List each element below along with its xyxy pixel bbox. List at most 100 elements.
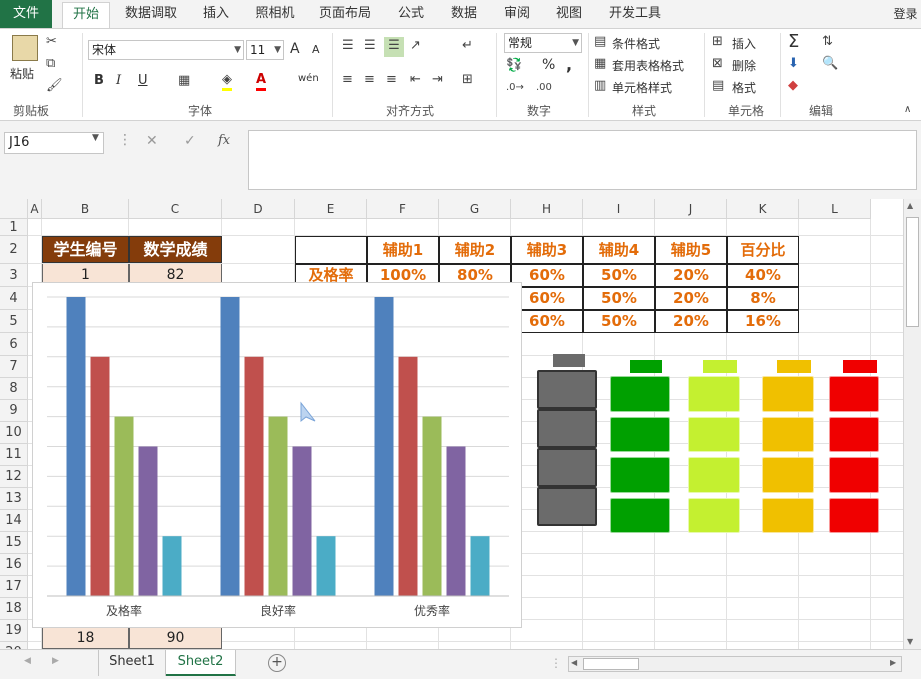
row-header-13[interactable]: 13 bbox=[0, 488, 28, 510]
cell-i4[interactable]: 50% bbox=[583, 287, 655, 310]
decrease-indent-icon[interactable]: ⇤ bbox=[410, 71, 421, 89]
chart-bar[interactable] bbox=[268, 416, 288, 596]
fill-color-icon[interactable]: ◈ bbox=[222, 71, 232, 91]
bar-chart[interactable]: 及格率 良好率 优秀率 bbox=[32, 282, 522, 628]
column-header-k[interactable]: K bbox=[727, 199, 799, 219]
scroll-down-icon[interactable]: ▼ bbox=[907, 637, 913, 646]
header-math-score[interactable]: 数学成绩 bbox=[129, 236, 222, 263]
header-aux-3[interactable]: 辅助3 bbox=[511, 236, 583, 264]
bold-button[interactable]: B bbox=[94, 73, 104, 88]
paste-icon[interactable] bbox=[12, 35, 38, 61]
cell-b20[interactable]: 18 bbox=[42, 628, 129, 649]
tab-page-layout[interactable]: 页面布局 bbox=[312, 0, 378, 28]
cancel-icon[interactable]: ✕ bbox=[146, 133, 158, 149]
tab-camera[interactable]: 照相机 bbox=[248, 0, 302, 28]
column-header-e[interactable]: E bbox=[295, 199, 367, 219]
row-header-19[interactable]: 19 bbox=[0, 620, 28, 642]
row-header-20[interactable]: 20 bbox=[0, 642, 28, 649]
phonetic-button[interactable]: wén bbox=[298, 73, 319, 84]
orientation-icon[interactable]: ↗ bbox=[410, 37, 421, 55]
cell-e2[interactable] bbox=[295, 236, 367, 264]
header-student-id[interactable]: 学生编号 bbox=[42, 236, 129, 263]
column-header-h[interactable]: H bbox=[511, 199, 583, 219]
scroll-up-icon[interactable]: ▲ bbox=[907, 201, 913, 210]
chart-bar[interactable] bbox=[66, 297, 86, 596]
column-header-l[interactable]: L bbox=[799, 199, 871, 219]
grow-font-button[interactable]: A bbox=[290, 41, 300, 57]
shrink-font-button[interactable]: A bbox=[312, 43, 320, 56]
row-header-12[interactable]: 12 bbox=[0, 466, 28, 488]
row-header-10[interactable]: 10 bbox=[0, 422, 28, 444]
scroll-right-icon[interactable]: ▶ bbox=[890, 658, 896, 667]
chart-bar[interactable] bbox=[220, 297, 240, 596]
hscroll-thumb[interactable] bbox=[583, 658, 639, 670]
font-name-select[interactable]: 宋体 ▼ bbox=[88, 40, 244, 60]
row-header-6[interactable]: 6 bbox=[0, 333, 28, 356]
chart-bar[interactable] bbox=[470, 536, 490, 596]
tab-insert[interactable]: 插入 bbox=[194, 0, 238, 28]
cut-icon[interactable]: ✂ bbox=[46, 33, 57, 51]
currency-icon[interactable]: 💱 bbox=[506, 57, 522, 75]
format-cells-icon[interactable]: ▤ bbox=[712, 77, 724, 95]
italic-button[interactable]: I bbox=[116, 73, 121, 88]
chart-bar[interactable] bbox=[446, 446, 466, 597]
paste-button[interactable]: 粘贴 bbox=[10, 65, 34, 82]
header-aux-5[interactable]: 辅助5 bbox=[655, 236, 727, 264]
cell-k3[interactable]: 40% bbox=[727, 264, 799, 287]
row-header-18[interactable]: 18 bbox=[0, 598, 28, 620]
tab-view[interactable]: 视图 bbox=[548, 0, 590, 28]
worksheet-grid[interactable]: ABCDEFGHIJKL 1 2 3 4 5 6 7 8 9 10 11 12 13 14 15 16 17 18… bbox=[0, 199, 903, 649]
cell-styles-icon[interactable]: ▥ bbox=[594, 77, 606, 95]
cell-i3[interactable]: 50% bbox=[583, 264, 655, 287]
header-aux-2[interactable]: 辅助2 bbox=[439, 236, 511, 264]
header-aux-1[interactable]: 辅助1 bbox=[367, 236, 439, 264]
column-header-c[interactable]: C bbox=[129, 199, 222, 219]
row-header-14[interactable]: 14 bbox=[0, 510, 28, 532]
row-header-15[interactable]: 15 bbox=[0, 532, 28, 554]
row-header-4[interactable]: 4 bbox=[0, 287, 28, 310]
column-header-i[interactable]: I bbox=[583, 199, 655, 219]
row-header-17[interactable]: 17 bbox=[0, 576, 28, 598]
name-box[interactable]: J16 bbox=[4, 132, 104, 154]
add-sheet-button[interactable]: + bbox=[268, 654, 286, 672]
chart-bar[interactable] bbox=[138, 446, 158, 597]
tab-data-fetch[interactable]: 数据调取 bbox=[120, 0, 182, 28]
clear-icon[interactable]: ◆ bbox=[788, 77, 798, 95]
header-percent[interactable]: 百分比 bbox=[727, 236, 799, 264]
sort-filter-icon[interactable]: ⇅ bbox=[822, 33, 833, 51]
enter-icon[interactable]: ✓ bbox=[184, 133, 196, 149]
scroll-left-icon[interactable]: ◀ bbox=[571, 658, 577, 667]
row-header-2[interactable]: 2 bbox=[0, 236, 28, 264]
cell-i5[interactable]: 50% bbox=[583, 310, 655, 333]
merge-center-icon[interactable]: ⊞ bbox=[462, 71, 473, 89]
prev-sheet-icon[interactable]: ◀ bbox=[24, 656, 31, 666]
underline-button[interactable]: U bbox=[138, 73, 148, 88]
border-icon[interactable]: ▦ bbox=[178, 72, 190, 90]
delete-cells-button[interactable]: 删除 bbox=[732, 57, 756, 74]
cell-k4[interactable]: 8% bbox=[727, 287, 799, 310]
collapse-ribbon-icon[interactable]: ∧ bbox=[904, 101, 911, 119]
chart-bar[interactable] bbox=[90, 356, 110, 596]
conditional-format-icon[interactable]: ▤ bbox=[594, 33, 606, 51]
cell-j3[interactable]: 20% bbox=[655, 264, 727, 287]
wrap-text-icon[interactable]: ↵ bbox=[462, 37, 473, 55]
row-header-8[interactable]: 8 bbox=[0, 378, 28, 400]
formula-input[interactable] bbox=[248, 130, 917, 190]
align-top-icon[interactable]: ☰ bbox=[342, 37, 354, 55]
format-cells-button[interactable]: 格式 bbox=[732, 79, 756, 96]
scroll-thumb[interactable] bbox=[906, 217, 919, 327]
select-all-corner[interactable] bbox=[0, 199, 28, 219]
insert-cells-icon[interactable]: ⊞ bbox=[712, 33, 723, 51]
row-header-9[interactable]: 9 bbox=[0, 400, 28, 422]
cell-k5[interactable]: 16% bbox=[727, 310, 799, 333]
chart-bar[interactable] bbox=[292, 446, 312, 597]
row-header-5[interactable]: 5 bbox=[0, 310, 28, 333]
chart-bar[interactable] bbox=[374, 297, 394, 596]
column-header-d[interactable]: D bbox=[222, 199, 295, 219]
conditional-format-button[interactable]: 条件格式 bbox=[612, 35, 660, 52]
row-header-3[interactable]: 3 bbox=[0, 264, 28, 287]
format-painter-icon[interactable]: 🖌 bbox=[46, 77, 63, 95]
tab-formulas[interactable]: 公式 bbox=[390, 0, 432, 28]
cell-j5[interactable]: 20% bbox=[655, 310, 727, 333]
sheet-tab-sheet2[interactable]: Sheet2 bbox=[166, 650, 236, 676]
